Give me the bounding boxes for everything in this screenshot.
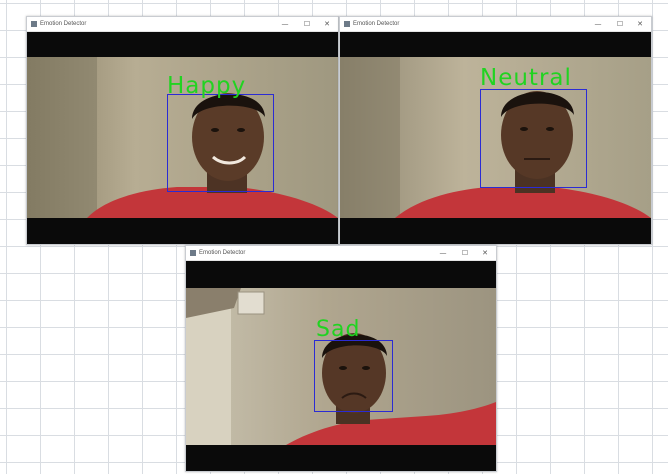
- emotion-window-sad: Emotion Detector — ☐ ✕ Sad: [185, 245, 497, 472]
- emotion-label: Neutral: [480, 65, 572, 91]
- minimize-button[interactable]: —: [276, 17, 294, 31]
- window-title: Emotion Detector: [199, 250, 246, 256]
- maximize-button[interactable]: ☐: [456, 246, 474, 260]
- maximize-button[interactable]: ☐: [611, 17, 629, 31]
- emotion-label: Happy: [167, 73, 247, 99]
- minimize-button[interactable]: —: [434, 246, 452, 260]
- close-button[interactable]: ✕: [318, 17, 336, 31]
- close-button[interactable]: ✕: [476, 246, 494, 260]
- face-bounding-box: [167, 94, 274, 192]
- window-titlebar[interactable]: Emotion Detector — ☐ ✕: [340, 17, 651, 32]
- emotion-label: Sad: [316, 317, 361, 342]
- emotion-window-neutral: Emotion Detector — ☐ ✕ Neutral: [339, 16, 652, 245]
- window-titlebar[interactable]: Emotion Detector — ☐ ✕: [27, 17, 338, 32]
- app-icon: [344, 21, 350, 27]
- face-bounding-box: [480, 89, 587, 188]
- window-titlebar[interactable]: Emotion Detector — ☐ ✕: [186, 246, 496, 261]
- emotion-window-happy: Emotion Detector — ☐ ✕ Happy: [26, 16, 339, 245]
- app-icon: [190, 250, 196, 256]
- window-title: Emotion Detector: [353, 21, 400, 27]
- window-title: Emotion Detector: [40, 21, 87, 27]
- app-icon: [31, 21, 37, 27]
- maximize-button[interactable]: ☐: [298, 17, 316, 31]
- face-bounding-box: [314, 340, 393, 412]
- minimize-button[interactable]: —: [589, 17, 607, 31]
- close-button[interactable]: ✕: [631, 17, 649, 31]
